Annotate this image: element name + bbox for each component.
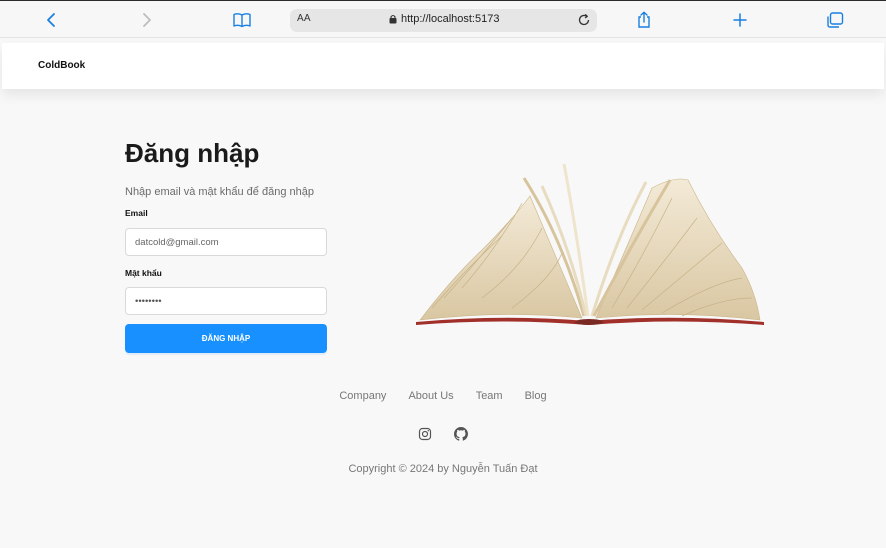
instagram-icon[interactable] bbox=[418, 427, 432, 441]
open-book-image bbox=[412, 158, 768, 328]
footer-links: Company About Us Team Blog bbox=[0, 390, 886, 402]
password-field[interactable] bbox=[125, 287, 327, 315]
url-text: http://localhost:5173 bbox=[401, 13, 500, 25]
footer-link-about[interactable]: About Us bbox=[408, 390, 453, 402]
bookmarks-icon[interactable] bbox=[229, 7, 255, 33]
copyright-text: Copyright © 2024 by Nguyễn Tuấn Đạt bbox=[348, 463, 538, 475]
footer-link-blog[interactable]: Blog bbox=[525, 390, 547, 402]
reader-button[interactable]: AA bbox=[297, 13, 311, 24]
password-label: Mật khẩu bbox=[125, 268, 162, 278]
login-button[interactable]: ĐĂNG NHẬP bbox=[125, 324, 327, 353]
lock-icon bbox=[389, 14, 397, 24]
page-subtitle: Nhập email và mật khẩu để đăng nhập bbox=[125, 186, 314, 198]
site-logo[interactable]: ColdBook bbox=[38, 60, 85, 71]
reload-icon[interactable] bbox=[575, 11, 593, 29]
email-field[interactable] bbox=[125, 228, 327, 256]
footer-link-team[interactable]: Team bbox=[476, 390, 503, 402]
footer-link-company[interactable]: Company bbox=[339, 390, 386, 402]
social-icons bbox=[418, 427, 468, 441]
page-title: Đăng nhập bbox=[125, 138, 260, 168]
new-tab-icon[interactable] bbox=[727, 7, 753, 33]
email-label: Email bbox=[125, 208, 148, 218]
forward-icon[interactable] bbox=[134, 7, 160, 33]
github-icon[interactable] bbox=[454, 427, 468, 441]
browser-toolbar: AA http://localhost:5173 bbox=[0, 0, 886, 38]
tabs-icon[interactable] bbox=[822, 7, 848, 33]
site-header: ColdBook bbox=[2, 43, 884, 89]
share-icon[interactable] bbox=[631, 7, 657, 33]
back-icon[interactable] bbox=[38, 7, 64, 33]
address-bar[interactable]: AA http://localhost:5173 bbox=[290, 9, 597, 32]
